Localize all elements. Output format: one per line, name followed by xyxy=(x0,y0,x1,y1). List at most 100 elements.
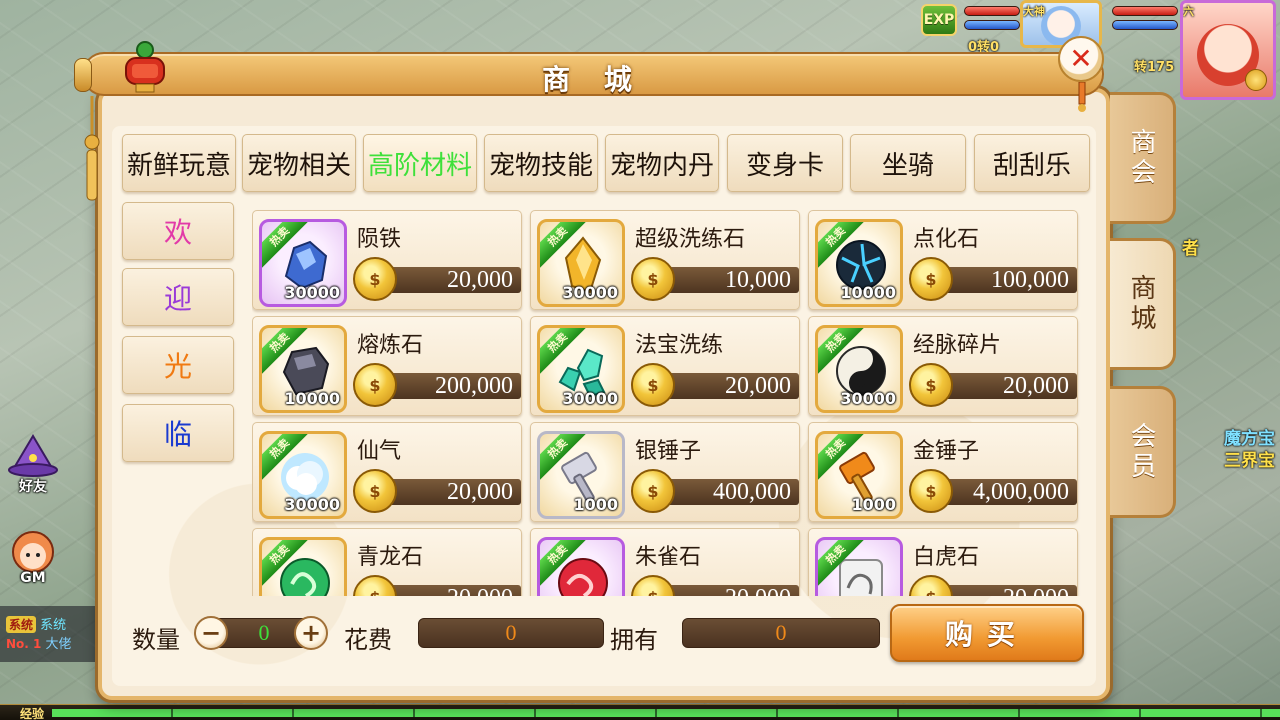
pet-tag: 大神 xyxy=(1023,5,1045,18)
item-card[interactable]: 热卖 30000 超级洗练石 10,000 $ xyxy=(530,210,800,310)
hero-hp-bar xyxy=(1112,6,1178,16)
item-card[interactable]: 热卖 1000 金锤子 4,000,000 $ xyxy=(808,422,1078,522)
hero-portrait[interactable]: 六 xyxy=(1180,0,1276,100)
item-quantity: 1000 xyxy=(573,495,618,514)
item-quantity: 30000 xyxy=(562,283,618,302)
exp-label: 经验 xyxy=(20,707,45,720)
welcome-button-3[interactable]: 光 xyxy=(122,336,234,394)
category-tab-pet-skill[interactable]: 宠物技能 xyxy=(484,134,598,192)
category-tab-mount[interactable]: 坐骑 xyxy=(850,134,966,192)
category-tab-advanced-material[interactable]: 高阶材料 xyxy=(363,134,477,192)
item-card[interactable]: 热卖 10000 点化石 100,000 $ xyxy=(808,210,1078,310)
item-price: 10,000 xyxy=(725,267,791,293)
minus-icon: − xyxy=(200,619,222,647)
item-name: 超级洗练石 xyxy=(635,227,746,252)
item-price: 100,000 xyxy=(991,267,1069,293)
item-icon-frame: 热卖 30000 xyxy=(259,431,347,519)
category-tab-transform-card[interactable]: 变身卡 xyxy=(727,134,843,192)
friends-button[interactable]: 好友 xyxy=(6,434,60,496)
pet-hp-bar xyxy=(964,6,1020,16)
welcome-button-2[interactable]: 迎 xyxy=(122,268,234,326)
friends-label: 好友 xyxy=(19,479,47,495)
gold-coin-icon: $ xyxy=(631,363,675,407)
shop-title: 商 城 xyxy=(542,63,644,96)
gm-button[interactable]: GM xyxy=(6,528,60,586)
item-name: 经脉碎片 xyxy=(913,333,1002,358)
category-tab-scratch[interactable]: 刮刮乐 xyxy=(974,134,1090,192)
item-card[interactable]: 热卖 30000 经脉碎片 20,000 $ xyxy=(808,316,1078,416)
gold-coin-icon: $ xyxy=(909,257,953,301)
item-quantity: 30000 xyxy=(284,283,340,302)
item-card[interactable]: 热卖 青龙石 20,000 $ xyxy=(252,528,522,596)
gold-coin-icon: $ xyxy=(353,257,397,301)
item-price: 20,000 xyxy=(447,479,513,505)
item-icon-frame: 热卖 1000 xyxy=(815,431,903,519)
hero-tag: 六 xyxy=(1183,5,1194,18)
purchase-bar: 数量 0 − + 花费 0 拥有 0 购买 xyxy=(132,604,1092,666)
side-tab-member[interactable]: 会员 xyxy=(1110,386,1176,518)
item-quantity: 1000 xyxy=(851,495,896,514)
quantity-label: 数量 xyxy=(132,626,180,654)
item-quantity: 30000 xyxy=(562,389,618,408)
chat-rank: No. 1 xyxy=(6,637,42,651)
gold-coin-icon: $ xyxy=(631,575,675,596)
bg-text-sanjie: 三界宝 xyxy=(1224,451,1275,471)
item-card[interactable]: 热卖 30000 仙气 20,000 $ xyxy=(252,422,522,522)
quantity-increase-button[interactable]: + xyxy=(294,616,328,650)
hero-mp-bar xyxy=(1112,20,1178,30)
plus-icon: + xyxy=(300,619,322,647)
item-price: 4,000,000 xyxy=(973,479,1069,505)
category-tab-pet-core[interactable]: 宠物内丹 xyxy=(605,134,719,192)
wizard-hat-icon xyxy=(8,434,58,477)
item-card[interactable]: 热卖 10000 熔炼石 200,000 $ xyxy=(252,316,522,416)
item-name: 白虎石 xyxy=(913,545,980,570)
gold-coin-icon: $ xyxy=(631,469,675,513)
item-name: 青龙石 xyxy=(357,545,424,570)
item-icon-frame: 热卖 10000 xyxy=(815,219,903,307)
item-card[interactable]: 热卖 30000 陨铁 20,000 $ xyxy=(252,210,522,310)
gold-coin-icon: $ xyxy=(631,257,675,301)
gm-avatar-icon xyxy=(12,531,54,573)
item-card[interactable]: 热卖 朱雀石 20,000 $ xyxy=(530,528,800,596)
item-icon-frame: 热卖 1000 xyxy=(537,431,625,519)
item-price: 20,000 xyxy=(447,267,513,293)
item-icon-frame: 热卖 xyxy=(259,537,347,596)
item-icon-frame: 热卖 xyxy=(537,537,625,596)
buy-button[interactable]: 购买 xyxy=(890,604,1084,662)
item-card[interactable]: 热卖 白虎石 20,000 $ xyxy=(808,528,1078,596)
item-price: 20,000 xyxy=(1003,586,1069,596)
hero-level-text: 转175 xyxy=(1134,60,1175,75)
side-tab-guild-shop[interactable]: 商会 xyxy=(1110,92,1176,224)
chat-name: 大佬 xyxy=(45,637,72,652)
item-price: 20,000 xyxy=(1003,373,1069,399)
quantity-decrease-button[interactable]: − xyxy=(194,616,228,650)
own-value: 0 xyxy=(775,620,787,645)
item-price: 20,000 xyxy=(725,373,791,399)
item-grid[interactable]: 热卖 30000 陨铁 20,000 $ 热卖 30000 超级洗练石 10,0… xyxy=(252,206,1084,596)
category-tab-fresh[interactable]: 新鲜玩意 xyxy=(122,134,236,192)
close-icon: ✕ xyxy=(1069,42,1093,75)
item-icon-frame: 热卖 xyxy=(815,537,903,596)
exp-badge[interactable]: EXP xyxy=(921,4,957,36)
item-icon-frame: 热卖 30000 xyxy=(815,325,903,413)
exp-bar-fill xyxy=(52,709,1280,717)
item-name: 金锤子 xyxy=(913,439,980,464)
category-tab-pet[interactable]: 宠物相关 xyxy=(242,134,356,192)
item-quantity: 30000 xyxy=(840,389,896,408)
item-icon-frame: 热卖 30000 xyxy=(259,219,347,307)
chat-panel[interactable]: 系统 系统 No. 1 大佬 xyxy=(0,606,100,662)
pet-mp-bar xyxy=(964,20,1020,30)
item-card[interactable]: 热卖 1000 银锤子 400,000 $ xyxy=(530,422,800,522)
welcome-button-1[interactable]: 欢 xyxy=(122,202,234,260)
gold-coin-icon: $ xyxy=(909,469,953,513)
item-name: 点化石 xyxy=(913,227,980,252)
welcome-button-4[interactable]: 临 xyxy=(122,404,234,462)
item-card[interactable]: 热卖 30000 法宝洗练 20,000 $ xyxy=(530,316,800,416)
item-price: 200,000 xyxy=(435,373,513,399)
lantern-icon xyxy=(125,41,165,93)
item-quantity: 10000 xyxy=(284,389,340,408)
side-tab-mall[interactable]: 商城 xyxy=(1110,238,1176,370)
gold-coin-icon: $ xyxy=(353,363,397,407)
bg-text-zhe: 者 xyxy=(1182,239,1199,259)
close-button[interactable]: ✕ xyxy=(1058,36,1104,82)
